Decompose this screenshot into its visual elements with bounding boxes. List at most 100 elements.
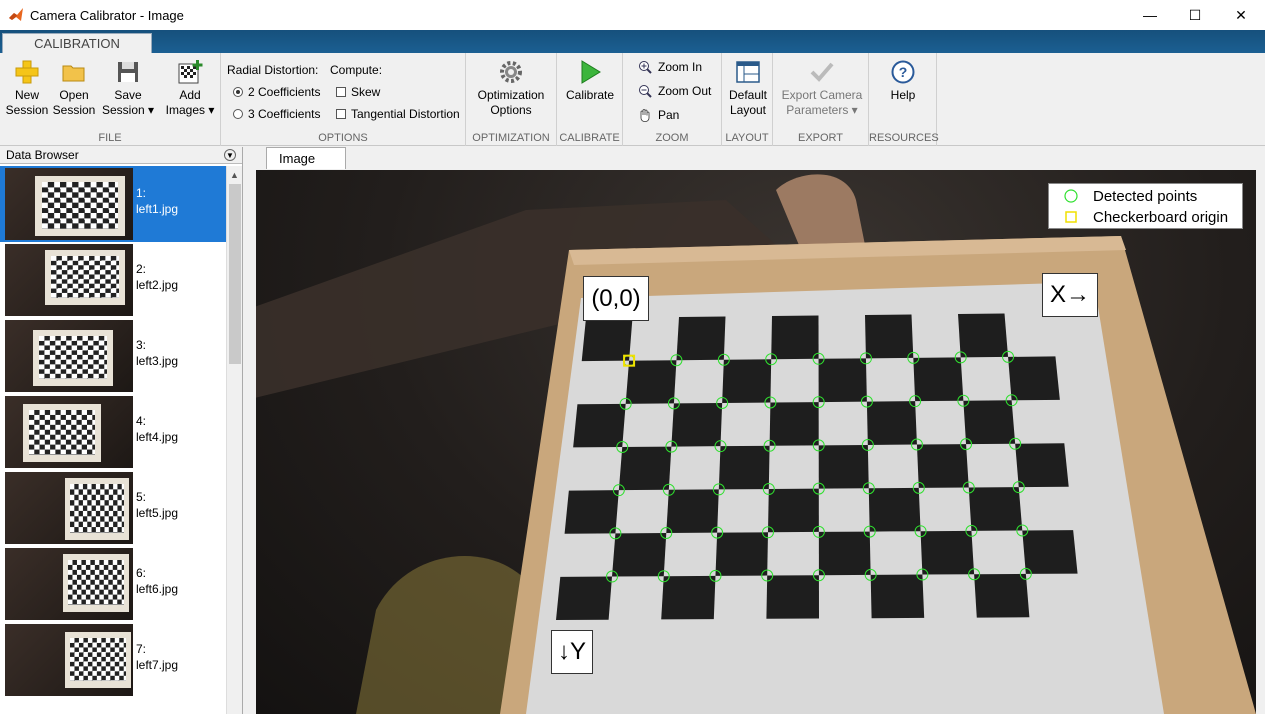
image-thumbnail bbox=[5, 548, 133, 620]
optimization-options-button[interactable]: Optimization Options bbox=[472, 59, 550, 118]
checkerboard-square bbox=[661, 575, 716, 620]
thumbnail-filename: left6.jpg bbox=[136, 582, 179, 596]
new-session-label: New Session bbox=[5, 88, 49, 117]
checkbox-icon bbox=[336, 87, 346, 97]
thumbnail-item[interactable]: 2: left2.jpg bbox=[0, 242, 226, 318]
skew-label: Skew bbox=[351, 85, 381, 99]
default-layout-button[interactable]: Default Layout bbox=[725, 59, 771, 118]
checkerboard-square bbox=[671, 402, 723, 447]
tab-calibration[interactable]: CALIBRATION bbox=[2, 33, 152, 53]
optimization-group-label: OPTIMIZATION bbox=[472, 132, 550, 144]
export-group-label: EXPORT bbox=[797, 132, 844, 144]
scroll-up-icon[interactable]: ▲ bbox=[230, 170, 239, 180]
thumbnail-item[interactable]: 6: left6.jpg bbox=[0, 546, 226, 622]
thumbnail-item[interactable]: 7: left7.jpg bbox=[0, 622, 226, 698]
add-images-button[interactable]: Add Images ▾ bbox=[162, 59, 218, 118]
thumbnail-index: 5: bbox=[136, 490, 147, 504]
three-coefficients-label: 3 Coefficients bbox=[248, 107, 321, 121]
checkerboard-square bbox=[818, 358, 867, 403]
zoom-out-button[interactable]: Zoom Out bbox=[638, 84, 711, 98]
checkerboard-square bbox=[870, 574, 925, 619]
open-session-label: Open Session bbox=[52, 88, 96, 117]
tangential-distortion-checkbox[interactable]: Tangential Distortion bbox=[336, 107, 460, 121]
pan-button[interactable]: Pan bbox=[638, 108, 679, 122]
checkerboard-square bbox=[963, 400, 1016, 445]
checkerboard-square bbox=[865, 314, 914, 359]
thumbnail-label: 4: left4.jpg bbox=[136, 413, 178, 445]
thumbnail-index: 7: bbox=[136, 642, 147, 656]
open-session-button[interactable]: Open Session bbox=[53, 59, 95, 118]
checkerboard-square bbox=[766, 575, 819, 619]
skew-checkbox[interactable]: Skew bbox=[336, 85, 380, 99]
save-session-button[interactable]: Save Session ▾ bbox=[100, 59, 156, 118]
radio-unselected-icon bbox=[233, 109, 243, 119]
legend-checkerboard-origin: Checkerboard origin bbox=[1093, 209, 1229, 226]
calibrate-button[interactable]: Calibrate bbox=[561, 59, 619, 103]
thumbnail-label: 2: left2.jpg bbox=[136, 261, 178, 293]
thumbnail-label: 3: left3.jpg bbox=[136, 337, 178, 369]
legend: Detected points Checkerboard origin bbox=[1048, 183, 1243, 229]
checkerboard-square bbox=[625, 360, 677, 404]
checkerboard-square bbox=[769, 402, 819, 446]
default-layout-label: Default Layout bbox=[728, 88, 768, 117]
image-thumbnail bbox=[5, 168, 133, 240]
zoom-in-label: Zoom In bbox=[658, 60, 703, 74]
zoom-group-label: ZOOM bbox=[655, 132, 689, 144]
thumbnail-index: 3: bbox=[136, 338, 147, 352]
thumbnail-label: 6: left6.jpg bbox=[136, 565, 178, 597]
checkerboard-square bbox=[913, 357, 964, 402]
image-thumbnail bbox=[5, 624, 133, 696]
zoom-group: Zoom In Zoom Out Pan ZOOM bbox=[623, 53, 722, 146]
panel-menu-chevron-down-icon[interactable]: ▼ bbox=[224, 149, 236, 161]
thumbnail-index: 4: bbox=[136, 414, 147, 428]
file-group-label: FILE bbox=[98, 132, 122, 144]
scrollbar-thumb[interactable] bbox=[229, 184, 241, 364]
image-panel: Image Detected points Checkerboard origi… bbox=[248, 147, 1265, 714]
thumbnail-filename: left3.jpg bbox=[136, 354, 179, 368]
radio-selected-icon bbox=[233, 87, 243, 97]
checkerboard-thumbnail bbox=[45, 250, 125, 305]
image-viewport[interactable]: Detected points Checkerboard origin (0,0… bbox=[256, 170, 1256, 714]
minimize-button[interactable]: — bbox=[1127, 0, 1173, 30]
thumbnail-index: 2: bbox=[136, 262, 147, 276]
ribbon-tab-strip: CALIBRATION bbox=[0, 30, 1265, 53]
thumbnail-item[interactable]: 4: left4.jpg bbox=[0, 394, 226, 470]
data-browser-scrollbar[interactable]: ▲ bbox=[226, 166, 242, 714]
checkerboard-square bbox=[718, 445, 770, 490]
floppy-disk-icon bbox=[118, 62, 138, 82]
thumbnail-item[interactable]: 3: left3.jpg bbox=[0, 318, 226, 394]
maximize-button[interactable]: ☐ bbox=[1172, 0, 1218, 30]
image-thumbnail bbox=[5, 472, 133, 544]
thumbnail-item[interactable]: 1: left1.jpg bbox=[0, 166, 226, 242]
save-session-label: Save Session ▾ bbox=[101, 88, 155, 117]
resources-group: ? Help RESOURCES bbox=[869, 53, 939, 146]
image-thumbnail bbox=[5, 396, 133, 468]
three-coefficients-radio[interactable]: 3 Coefficients bbox=[233, 107, 321, 121]
folder-open-icon bbox=[62, 65, 85, 82]
checkerboard-square bbox=[768, 488, 819, 533]
zoom-in-icon bbox=[639, 61, 652, 74]
calibrate-label: Calibrate bbox=[565, 88, 615, 102]
checkerboard-square bbox=[722, 359, 772, 403]
thumbnail-filename: left1.jpg bbox=[136, 202, 179, 216]
calibrate-group: Calibrate CALIBRATE bbox=[557, 53, 623, 146]
two-coefficients-radio[interactable]: 2 Coefficients bbox=[233, 85, 321, 99]
gear-icon bbox=[500, 61, 522, 83]
tab-image[interactable]: Image bbox=[266, 147, 346, 169]
window-title: Camera Calibrator - Image bbox=[30, 7, 184, 23]
close-button[interactable]: ✕ bbox=[1218, 0, 1264, 30]
export-camera-parameters-button[interactable]: Export Camera Parameters ▾ bbox=[777, 59, 867, 118]
thumbnail-item[interactable]: 5: left5.jpg bbox=[0, 470, 226, 546]
tangential-distortion-label: Tangential Distortion bbox=[351, 107, 460, 121]
matlab-icon bbox=[9, 8, 23, 21]
optimization-group: Optimization Options OPTIMIZATION bbox=[466, 53, 557, 146]
x-axis-label: X→ bbox=[1042, 273, 1098, 317]
checkerboard-square bbox=[1022, 530, 1078, 574]
radial-distortion-label: Radial Distortion: bbox=[227, 63, 319, 77]
zoom-in-button[interactable]: Zoom In bbox=[638, 60, 702, 74]
zoom-out-icon bbox=[639, 85, 652, 98]
new-session-button[interactable]: New Session bbox=[6, 59, 48, 118]
checkerboard-thumbnail bbox=[63, 554, 129, 612]
thumbnail-index: 1: bbox=[136, 186, 147, 200]
help-button[interactable]: ? Help bbox=[879, 59, 927, 103]
